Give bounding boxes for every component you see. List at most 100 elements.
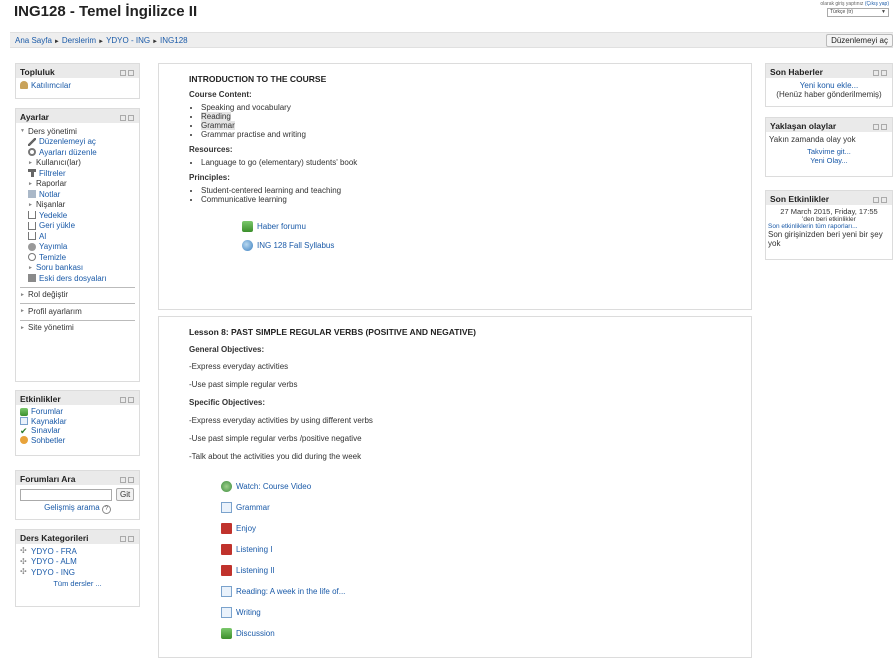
activity-resources[interactable]: Kaynaklar	[20, 417, 135, 427]
restore-icon	[28, 221, 36, 230]
section-title: Lesson 8: PAST SIMPLE REGULAR VERBS (POS…	[189, 327, 476, 337]
admin-import[interactable]: Al	[20, 231, 135, 242]
navbar: Ana Sayfa ► Derslerim ► YDYO - ING ► ING128 Dü…	[10, 32, 893, 48]
block-title: Forumları Ara	[16, 471, 139, 485]
pencil-icon	[28, 137, 36, 146]
admin-reset[interactable]: Temizle	[20, 252, 135, 263]
resource-reading[interactable]: Reading: A week in the life of...	[221, 585, 751, 597]
list-item: Grammar	[201, 121, 751, 130]
admin-publish[interactable]: Yayımla	[20, 242, 135, 253]
admin-badges[interactable]: ► Nişanlar	[20, 200, 135, 211]
admin-reports[interactable]: ► Raporlar	[20, 179, 135, 190]
block-controls[interactable]	[118, 475, 136, 483]
language-select[interactable]: Türkçe (tr) ▼	[827, 8, 889, 17]
resource-listening-1[interactable]: Listening I	[221, 543, 751, 555]
syllabus-link[interactable]: ING 128 Fall Syllabus	[242, 239, 751, 251]
switch-role-node[interactable]: ► Rol değiştir	[20, 290, 135, 301]
block-controls[interactable]	[118, 68, 136, 76]
section-title: INTRODUCTION TO THE COURSE	[189, 74, 327, 84]
block-title: Topluluk	[16, 64, 139, 78]
block-controls[interactable]	[871, 195, 889, 203]
forum-search-button[interactable]: Git	[116, 488, 135, 501]
category-alm[interactable]: ✣ YDYO - ALM	[20, 557, 135, 568]
admin-grades[interactable]: Notlar	[20, 189, 135, 200]
block-controls[interactable]	[118, 534, 136, 542]
category-fra[interactable]: ✣ YDYO - FRA	[20, 546, 135, 557]
objective-item: -Express everyday activities by using di…	[189, 416, 373, 425]
no-events-text: Yakın zamanda olay yok	[769, 135, 856, 144]
block-controls[interactable]	[871, 122, 889, 130]
block-latest-news: Son Haberler Yeni konu ekle... (Henüz ha…	[765, 63, 893, 107]
breadcrumb-course[interactable]: ING128	[160, 36, 188, 45]
admin-filters[interactable]: Filtreler	[20, 168, 135, 179]
content-list: Speaking and vocabulary Reading Grammar …	[189, 103, 751, 139]
breadcrumb-category[interactable]: YDYO - ING	[106, 36, 150, 45]
resource-listening-2[interactable]: Listening II	[221, 564, 751, 576]
content-label: Course Content:	[189, 90, 252, 99]
participants-link[interactable]: Katılımcılar	[20, 80, 135, 91]
list-item: Speaking and vocabulary	[201, 103, 751, 112]
resource-course-video[interactable]: Watch: Course Video	[221, 480, 751, 492]
chevron-right-icon: ►	[20, 291, 25, 298]
resource-grammar[interactable]: Grammar	[221, 501, 751, 513]
admin-edit-settings[interactable]: Ayarları düzenle	[20, 147, 135, 158]
activity-forums[interactable]: Forumlar	[20, 407, 135, 417]
block-title: Yaklaşan olaylar	[766, 118, 892, 132]
add-topic-link[interactable]: Yeni konu ekle...	[766, 81, 892, 90]
users-icon	[20, 81, 28, 90]
grades-icon	[28, 190, 36, 199]
edit-mode-button[interactable]: Düzenlemeyi aç	[826, 34, 893, 47]
pdf-icon	[221, 543, 232, 555]
forum-search-input[interactable]	[20, 488, 112, 501]
pdf-icon	[221, 564, 232, 576]
block-controls[interactable]	[118, 113, 136, 121]
principles-list: Student-centered learning and teaching C…	[189, 186, 751, 204]
admin-question-bank[interactable]: ► Soru bankası	[20, 263, 135, 274]
new-event-link[interactable]: Yeni Olay...	[766, 156, 892, 165]
chevron-down-icon: ▼	[20, 128, 25, 135]
principles-label: Principles:	[189, 173, 230, 182]
list-item: Communicative learning	[201, 195, 751, 204]
resource-discussion[interactable]: Discussion	[221, 627, 751, 639]
pdf-icon	[221, 522, 232, 534]
full-report-link[interactable]: Son etkinliklerin tüm raporları...	[766, 223, 892, 230]
chevron-right-icon: ►	[28, 201, 33, 208]
block-title: Etkinlikler	[16, 391, 139, 405]
category-icon: ✣	[20, 567, 27, 577]
logout-link[interactable]: (Çıkış yap)	[865, 1, 889, 7]
resource-enjoy[interactable]: Enjoy	[221, 522, 751, 534]
category-ing[interactable]: ✣ YDYO - ING	[20, 567, 135, 578]
profile-settings-node[interactable]: ► Profil ayarlarım	[20, 306, 135, 317]
breadcrumb-home[interactable]: Ana Sayfa	[15, 36, 52, 45]
video-icon	[221, 480, 232, 492]
document-icon	[20, 417, 28, 426]
filter-icon	[28, 169, 36, 178]
list-item: Grammar practise and writing	[201, 130, 751, 139]
page-title: ING128 - Temel İngilizce II	[14, 3, 198, 20]
block-controls[interactable]	[871, 68, 889, 76]
admin-backup[interactable]: Yedekle	[20, 210, 135, 221]
reset-icon	[28, 253, 36, 262]
backup-icon	[28, 211, 36, 220]
news-forum-link[interactable]: Haber forumu	[242, 220, 751, 232]
admin-restore[interactable]: Geri yükle	[20, 221, 135, 232]
block-title: Son Etkinlikler	[766, 191, 892, 205]
activity-quizzes[interactable]: ✔ Sınavlar	[20, 426, 135, 436]
no-news-text: (Henüz haber gönderilmemiş)	[776, 90, 882, 99]
breadcrumb-courses[interactable]: Derslerim	[62, 36, 96, 45]
advanced-search-link[interactable]: Gelişmiş arama ?	[20, 503, 135, 514]
admin-legacy-files[interactable]: Eski ders dosyaları	[20, 273, 135, 284]
course-admin-node[interactable]: ▼ Ders yönetimi	[20, 126, 135, 137]
site-admin-node[interactable]: ► Site yönetimi	[20, 323, 135, 334]
no-activity-text: Son girişinizden beri yeni bir şey yok	[768, 230, 883, 248]
folder-icon	[28, 274, 36, 283]
resource-writing[interactable]: Writing	[221, 606, 751, 618]
chevron-right-icon: ►	[28, 180, 33, 187]
block-controls[interactable]	[118, 395, 136, 403]
activity-chats[interactable]: Sohbetler	[20, 436, 135, 446]
admin-users[interactable]: ► Kullanıcı(lar)	[20, 158, 135, 169]
calendar-link[interactable]: Takvime git...	[766, 147, 892, 156]
globe-icon	[28, 242, 36, 251]
all-courses-link[interactable]: Tüm dersler ...	[20, 579, 135, 588]
admin-turn-editing[interactable]: Düzenlemeyi aç	[20, 137, 135, 148]
